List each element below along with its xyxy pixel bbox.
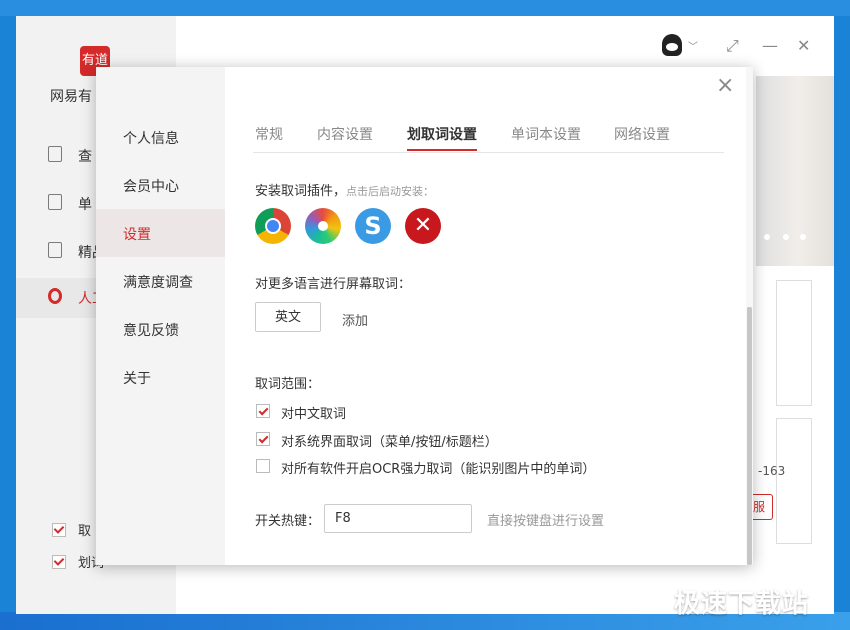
tab-capture-settings[interactable]: 划取词设置 [407, 124, 477, 144]
add-language-link[interactable]: 添加 [342, 310, 368, 329]
active-tab-indicator [407, 149, 477, 151]
content-card [776, 418, 812, 544]
content-card [776, 280, 812, 406]
ocr-capture-label[interactable]: 对所有软件开启OCR强力取词（能识别图片中的单词） [281, 458, 595, 477]
settings-nav-label: 关于 [123, 371, 151, 387]
plugins-hint: 点击后启动安装： [346, 185, 435, 198]
languages-section-title: 对更多语言进行屏幕取词： [255, 277, 412, 292]
settings-nav-about[interactable]: 关于 [96, 353, 225, 401]
adobe-acrobat-icon[interactable]: ✕ [405, 208, 441, 244]
tab-wordbook[interactable]: 单词本设置 [511, 124, 581, 144]
tab-network[interactable]: 网络设置 [614, 124, 670, 144]
settings-nav: 个人信息 会员中心 设置 满意度调查 意见反馈 关于 [96, 67, 225, 565]
settings-nav-label: 满意度调查 [123, 275, 193, 291]
banner-dot[interactable] [764, 234, 770, 240]
chinese-capture-label[interactable]: 对中文取词 [281, 403, 346, 422]
chinese-capture-checkbox[interactable] [256, 404, 270, 418]
minimize-window-icon[interactable]: — [762, 36, 778, 55]
chevron-down-icon[interactable]: ﹀ [688, 38, 698, 53]
qq-avatar-icon[interactable] [662, 34, 682, 56]
settings-nav-settings[interactable]: 设置 [96, 209, 225, 257]
chrome-icon[interactable] [255, 208, 291, 244]
wordbook-icon [48, 194, 62, 210]
settings-nav-feedback[interactable]: 意见反馈 [96, 305, 225, 353]
video-course-icon [48, 242, 62, 258]
tab-content[interactable]: 内容设置 [317, 124, 373, 144]
settings-nav-profile[interactable]: 个人信息 [96, 113, 225, 161]
hotkey-label: 开关热键： [255, 514, 321, 529]
sidebar-item-label: 查 [78, 149, 92, 165]
app-name: 网易有 [50, 89, 92, 105]
settings-dialog: 个人信息 会员中心 设置 满意度调查 意见反馈 关于 × 常规 内容设置 划取词… [96, 67, 753, 565]
scope-section-title: 取词范围： [255, 377, 321, 392]
english-language-button[interactable]: 英文 [255, 302, 321, 332]
close-icon[interactable]: × [716, 73, 734, 98]
settings-nav-label: 会员中心 [123, 179, 179, 195]
scrollbar-thumb[interactable] [747, 307, 752, 565]
sidebar-item-label: 单 [78, 197, 92, 213]
watermark: 极速下载站 [674, 589, 810, 619]
select-word-checkbox[interactable] [52, 555, 66, 569]
sogou-browser-icon[interactable]: S [355, 208, 391, 244]
settings-nav-membership[interactable]: 会员中心 [96, 161, 225, 209]
capture-word-checkbox[interactable] [52, 523, 66, 537]
hotkey-hint: 直接按键盘进行设置 [487, 514, 605, 529]
banner-dot[interactable] [783, 234, 789, 240]
tabs-divider [253, 152, 724, 153]
plugins-section-title: 安装取词插件，点击后启动安装： [255, 180, 434, 199]
settings-nav-label: 个人信息 [123, 131, 179, 147]
settings-nav-survey[interactable]: 满意度调查 [96, 257, 225, 305]
settings-nav-label: 设置 [123, 227, 151, 243]
close-window-icon[interactable]: ✕ [797, 36, 810, 55]
lookup-icon [48, 146, 62, 162]
360-browser-icon[interactable] [305, 208, 341, 244]
human-translate-icon [48, 288, 62, 304]
settings-nav-label: 意见反馈 [123, 323, 179, 339]
desktop-background [0, 0, 850, 16]
restore-window-icon[interactable]: ⤢ [726, 36, 739, 56]
plugins-title: 安装取词插件， [255, 184, 347, 199]
hotkey-input[interactable]: F8 [324, 504, 472, 533]
system-ui-capture-label[interactable]: 对系统界面取词（菜单/按钮/标题栏） [281, 431, 498, 450]
system-ui-capture-checkbox[interactable] [256, 432, 270, 446]
capture-word-label: 取 [78, 524, 92, 539]
card-number: -163 [758, 464, 786, 478]
banner-dot[interactable] [800, 234, 806, 240]
ocr-capture-checkbox[interactable] [256, 459, 270, 473]
tab-general[interactable]: 常规 [255, 124, 283, 144]
